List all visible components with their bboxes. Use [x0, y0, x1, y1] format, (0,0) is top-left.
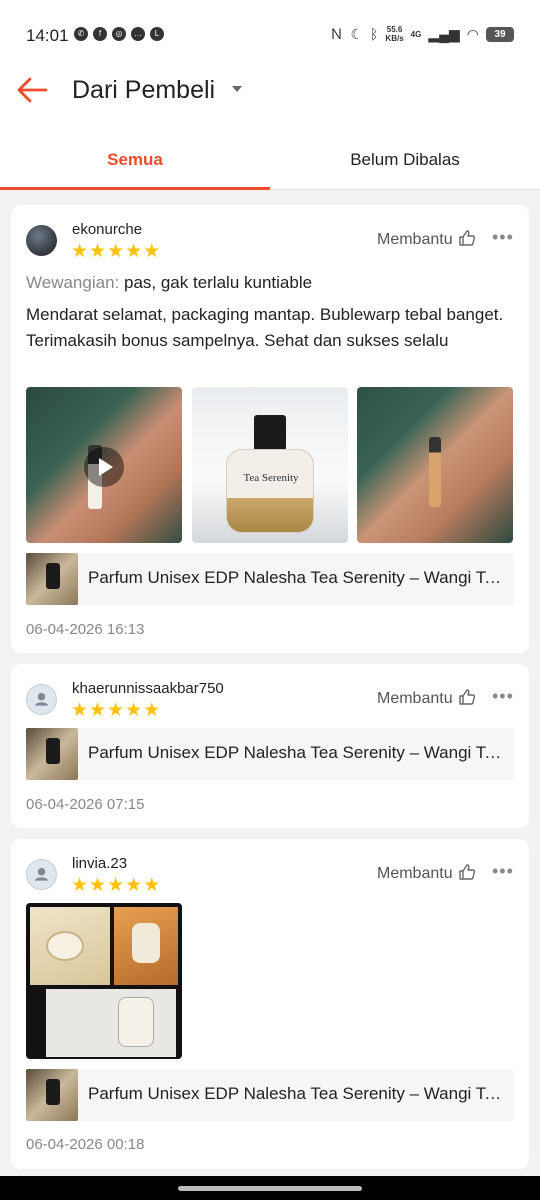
star-icon: ★ [143, 875, 161, 896]
user-icon [34, 867, 49, 881]
comment-line: Mendarat selamat, packaging mantap. Bubl… [26, 305, 504, 324]
facebook-icon: f [93, 27, 107, 41]
tab-unreplied[interactable]: Belum Dibalas [270, 150, 540, 170]
navigation-bar [0, 1176, 540, 1200]
review-date: 06-04-2026 00:18 [26, 1136, 145, 1153]
product-thumbnail [26, 553, 78, 605]
avatar[interactable] [26, 859, 57, 890]
helpful-label[interactable]: Membantu [377, 690, 453, 708]
teapot-box-image [30, 907, 110, 985]
reviewer-name: linvia.23 [72, 855, 128, 872]
star-icon: ★ [107, 700, 125, 721]
back-arrow-icon[interactable] [16, 76, 48, 104]
review-photo[interactable] [26, 903, 182, 1059]
attribute-label: Wewangian: [26, 273, 120, 292]
avatar[interactable] [26, 225, 57, 256]
app-header: Dari Pembeli [0, 72, 540, 132]
line-icon: L [150, 27, 164, 41]
helpful-label[interactable]: Membantu [377, 865, 453, 883]
status-bar: 14:01 ✆ f ◎ … L Ｎ ☾ ᛒ 55.6 KB/s 4G ▂▄▆ ◠… [0, 0, 540, 72]
star-icon: ★ [107, 875, 125, 896]
thumbs-up-icon[interactable] [458, 229, 476, 247]
more-options-icon[interactable]: ••• [492, 227, 514, 248]
review-date: 06-04-2026 16:13 [26, 621, 145, 638]
review-date: 06-04-2026 07:15 [26, 796, 145, 813]
star-icon: ★ [143, 700, 161, 721]
more-options-icon[interactable]: ••• [492, 861, 514, 882]
whatsapp-icon: ✆ [74, 27, 88, 41]
perfume-packaging-image [46, 989, 176, 1057]
star-icon: ★ [71, 700, 89, 721]
product-name: Parfum Unisex EDP Nalesha Tea Serenity –… [88, 1084, 508, 1103]
status-time: 14:01 [26, 26, 69, 45]
star-icon: ★ [89, 700, 107, 721]
avatar[interactable] [26, 684, 57, 715]
product-link[interactable]: Parfum Unisex EDP Nalesha Tea Serenity –… [26, 728, 514, 780]
net-speed: 55.6 KB/s [385, 25, 403, 43]
net-speed-value: 55.6 [386, 25, 403, 34]
network-type: 4G [410, 29, 422, 39]
active-tab-indicator [0, 187, 270, 190]
reviewer-name: ekonurche [72, 221, 143, 238]
sample-vial-image [429, 437, 441, 507]
star-icon: ★ [89, 241, 107, 262]
star-icon: ★ [107, 241, 125, 262]
chevron-down-icon[interactable] [232, 86, 242, 92]
star-icon: ★ [89, 875, 107, 896]
page-title[interactable]: Dari Pembeli [72, 76, 215, 105]
nfc-icon: Ｎ [329, 26, 344, 42]
tab-all[interactable]: Semua [0, 150, 270, 170]
review-tabs: Semua Belum Dibalas [0, 132, 540, 190]
star-rating: ★ ★ ★ ★ ★ [71, 701, 160, 720]
helpful-label[interactable]: Membantu [377, 231, 453, 249]
review-card: ekonurche ★ ★ ★ ★ ★ Membantu ••• Wewangian: … [11, 205, 529, 653]
product-link[interactable]: Parfum Unisex EDP Nalesha Tea Serenity –… [26, 1069, 514, 1121]
review-video[interactable] [26, 387, 182, 543]
system-icons: Ｎ ☾ ᛒ 55.6 KB/s 4G ▂▄▆ ◠ 39 [329, 24, 514, 44]
comment-line: Terimakasih bonus sampelnya. Sehat dan s… [26, 330, 449, 350]
star-icon: ★ [71, 241, 89, 262]
perfume-box-image [114, 907, 178, 985]
moon-icon: ☾ [350, 25, 364, 42]
product-name: Parfum Unisex EDP Nalesha Tea Serenity –… [88, 568, 508, 587]
product-link[interactable]: Parfum Unisex EDP Nalesha Tea Serenity –… [26, 553, 514, 605]
star-rating: ★ ★ ★ ★ ★ [71, 242, 160, 261]
star-rating: ★ ★ ★ ★ ★ [71, 876, 160, 895]
signal-icon: ▂▄▆ [428, 25, 460, 42]
reviewer-name: khaerunnissaakbar750 [72, 680, 224, 697]
review-photo[interactable] [357, 387, 513, 543]
attribute-value: pas, gak terlalu kuntiable [123, 273, 313, 292]
review-card: khaerunnissaakbar750 ★ ★ ★ ★ ★ Membantu ••• … [11, 664, 529, 828]
wifi-icon: ◠ [466, 25, 479, 42]
net-speed-unit: KB/s [385, 34, 404, 43]
instagram-icon: ◎ [112, 27, 126, 41]
play-icon[interactable] [84, 447, 124, 487]
product-name: Parfum Unisex EDP Nalesha Tea Serenity –… [88, 743, 508, 762]
chat-icon: … [131, 27, 145, 41]
review-comment: Mendarat selamat, packaging mantap. Bubl… [26, 302, 516, 353]
perfume-bottle-image: Tea Serenity [226, 415, 314, 533]
review-attribute: Wewangian: pas, gak terlalu kuntiable [26, 273, 312, 293]
thumbs-up-icon[interactable] [458, 863, 476, 881]
bottle-label: Tea Serenity [243, 472, 299, 484]
review-photo[interactable]: Tea Serenity [192, 387, 348, 543]
star-icon: ★ [125, 241, 143, 262]
product-thumbnail [26, 728, 78, 780]
thumbs-up-icon[interactable] [458, 688, 476, 706]
star-icon: ★ [71, 875, 89, 896]
product-thumbnail [26, 1069, 78, 1121]
user-icon [34, 692, 49, 706]
bluetooth-icon: ᛒ [370, 26, 379, 42]
star-icon: ★ [125, 700, 143, 721]
battery-icon: 39 [486, 26, 514, 42]
notification-icons: ✆ f ◎ … L [74, 27, 164, 41]
review-card: linvia.23 ★ ★ ★ ★ ★ Membantu ••• Parfum Unis… [11, 839, 529, 1169]
star-icon: ★ [143, 241, 161, 262]
home-indicator[interactable] [178, 1186, 362, 1191]
star-icon: ★ [125, 875, 143, 896]
more-options-icon[interactable]: ••• [492, 686, 514, 707]
